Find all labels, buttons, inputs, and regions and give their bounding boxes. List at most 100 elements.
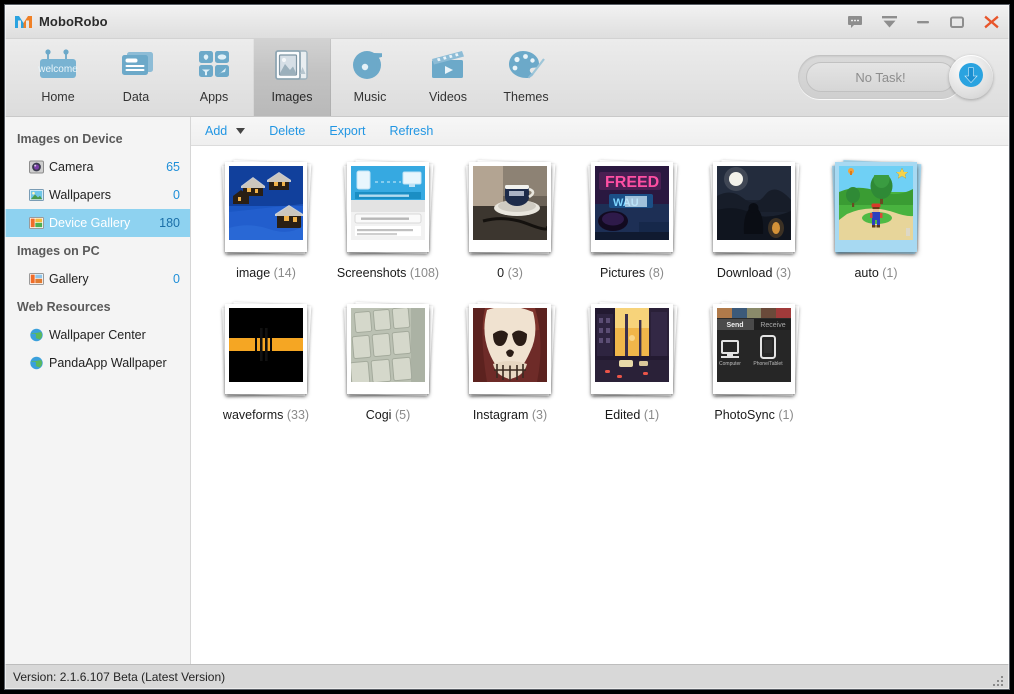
album-item[interactable]: Send Receive Computer Phone/Tablet Photo… — [693, 301, 815, 422]
delete-button[interactable]: Delete — [257, 124, 317, 138]
module-home[interactable]: welcome Home — [19, 39, 97, 116]
album-count: (1) — [778, 408, 794, 422]
sidebar-item-camera[interactable]: Camera 65 — [5, 153, 190, 181]
album-thumbnail-stack: FREED WAU — [587, 159, 678, 258]
module-images[interactable]: Images — [253, 39, 331, 116]
album-caption: Edited (1) — [605, 408, 659, 422]
thumbnail-mario-game — [839, 166, 913, 240]
device-gallery-icon — [27, 215, 45, 231]
album-item-selected[interactable]: auto (1) — [815, 159, 937, 280]
album-thumbnail-stack — [587, 301, 678, 400]
module-videos[interactable]: Videos — [409, 39, 487, 116]
sidebar-group-title: Web Resources — [17, 300, 111, 314]
export-button[interactable]: Export — [317, 124, 377, 138]
task-status-button[interactable]: No Task! — [798, 55, 963, 99]
app-grid-icon — [192, 45, 236, 89]
sidebar-group-title: Images on PC — [17, 244, 100, 258]
album-item[interactable]: FREED WAU Pictures — [571, 159, 693, 280]
download-manager-button[interactable] — [949, 55, 993, 99]
svg-text:welcome: welcome — [37, 64, 78, 75]
album-item[interactable]: Cogi (5) — [327, 301, 449, 422]
thumbnail-coffee-cup — [473, 166, 547, 240]
pictures-icon — [270, 45, 314, 89]
sidebar-item-label: Wallpapers — [49, 188, 112, 202]
album-thumbnail-stack — [831, 159, 922, 258]
album-count: (5) — [394, 408, 411, 422]
album-thumbnail-stack — [709, 159, 800, 258]
album-name: 0 — [497, 266, 505, 280]
thumbnail-app-screenshot — [351, 166, 425, 240]
module-label: Videos — [429, 90, 467, 104]
sidebar-item-pandaapp-wallpaper[interactable]: PandaApp Wallpaper — [5, 349, 190, 377]
album-caption: Pictures (8) — [600, 266, 664, 280]
sidebar-item-wallpaper-center[interactable]: Wallpaper Center — [5, 321, 190, 349]
sidebar-group-title: Images on Device — [17, 132, 123, 146]
sidebar-item-count: 0 — [173, 272, 180, 286]
thumbnail-skull-facepaint — [473, 308, 547, 382]
module-label: Music — [353, 90, 387, 104]
wallpaper-icon — [27, 187, 45, 203]
thumbnail-waveform-stripe — [229, 308, 303, 382]
sidebar-item-label: Wallpaper Center — [49, 328, 146, 342]
resize-grip-icon[interactable] — [993, 674, 1005, 686]
module-apps[interactable]: Apps — [175, 39, 253, 116]
chevron-down-icon[interactable] — [233, 124, 247, 138]
maximize-icon[interactable] — [947, 12, 967, 32]
module-music[interactable]: Music — [331, 39, 409, 116]
minimize-to-tray-icon[interactable] — [879, 12, 899, 32]
album-caption: Instagram (3) — [473, 408, 547, 422]
album-count: (14) — [273, 266, 296, 280]
version-label: Version: 2.1.6.107 Beta (Latest Version) — [13, 670, 226, 684]
svg-text:Computer: Computer — [719, 361, 741, 367]
pc-gallery-icon — [27, 271, 45, 287]
album-item[interactable]: 0 (3) — [449, 159, 571, 280]
album-item[interactable]: Edited (1) — [571, 301, 693, 422]
album-item[interactable]: image (14) — [205, 159, 327, 280]
album-item[interactable]: waveforms (33) — [205, 301, 327, 422]
sidebar-item-label: Device Gallery — [49, 216, 131, 230]
album-caption: image (14) — [236, 266, 296, 280]
album-name: image — [236, 266, 271, 280]
clapperboard-icon — [426, 45, 470, 89]
album-count: (3) — [507, 266, 523, 280]
album-name: Pictures — [600, 266, 646, 280]
refresh-button[interactable]: Refresh — [378, 124, 446, 138]
sidebar-item-device-gallery[interactable]: Device Gallery 180 — [5, 209, 190, 237]
camera-icon — [27, 159, 45, 175]
minimize-icon[interactable] — [913, 12, 933, 32]
album-name: PhotoSync — [714, 408, 775, 422]
download-arrow-icon — [958, 62, 984, 93]
sidebar-item-wallpapers[interactable]: Wallpapers 0 — [5, 181, 190, 209]
thumbnail-neon-sign: FREED WAU — [595, 166, 669, 240]
module-data[interactable]: Data — [97, 39, 175, 116]
album-name: Edited — [604, 408, 641, 422]
cards-icon — [114, 45, 158, 89]
album-item[interactable]: Download (3) — [693, 159, 815, 280]
album-caption: Download (3) — [717, 266, 791, 280]
svg-text:Send: Send — [726, 322, 743, 329]
thumbnail-photosync-app: Send Receive Computer Phone/Tablet — [717, 308, 791, 382]
moborobo-m-logo-icon — [15, 14, 32, 29]
close-icon[interactable] — [981, 12, 1001, 32]
feedback-icon[interactable] — [845, 12, 865, 32]
album-thumbnail-stack — [343, 159, 434, 258]
album-name: auto — [854, 266, 879, 280]
album-item[interactable]: Screenshots (108) — [327, 159, 449, 280]
svg-text:FREED: FREED — [605, 174, 659, 191]
action-toolbar: Add Delete Export Refresh — [191, 117, 1009, 146]
album-thumbnail-stack — [221, 301, 312, 400]
add-button[interactable]: Add — [205, 124, 233, 138]
task-status-label: No Task! — [806, 62, 955, 92]
thumbnail-sunset-street — [595, 308, 669, 382]
window-body: Images on Device Camera 65 Wallpapers 0 … — [5, 117, 1009, 664]
module-label: Apps — [199, 90, 229, 104]
module-label: Themes — [503, 90, 549, 104]
album-count: (3) — [531, 408, 548, 422]
album-caption: waveforms (33) — [223, 408, 309, 422]
album-count: (1) — [643, 408, 660, 422]
album-name: waveforms — [222, 408, 284, 422]
album-item[interactable]: Instagram (3) — [449, 301, 571, 422]
album-name: Instagram — [472, 408, 529, 422]
sidebar-item-gallery[interactable]: Gallery 0 — [5, 265, 190, 293]
module-themes[interactable]: Themes — [487, 39, 565, 116]
